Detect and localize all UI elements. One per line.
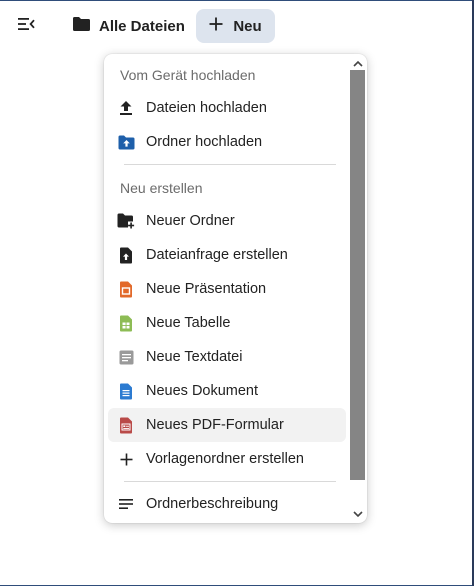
new-button[interactable]: Neu — [196, 9, 275, 43]
chevron-down-icon — [352, 505, 363, 523]
pdf-form-icon — [116, 415, 136, 435]
menu-collapse-icon — [17, 17, 35, 36]
menu-item-new-folder[interactable]: Neuer Ordner — [108, 204, 346, 238]
menu-scrollbar[interactable] — [348, 54, 367, 523]
menu-separator — [124, 164, 336, 165]
folder-icon — [72, 16, 91, 37]
folder-plus-icon — [116, 211, 136, 231]
window-top-border — [0, 0, 474, 1]
menu-item-new-spreadsheet[interactable]: Neue Tabelle — [108, 306, 346, 340]
menu-item-upload-files[interactable]: Dateien hochladen — [108, 91, 346, 125]
scroll-thumb[interactable] — [350, 70, 365, 480]
menu-item-folder-description[interactable]: Ordnerbeschreibung — [108, 487, 346, 521]
section-title-create: Neu erstellen — [120, 180, 203, 196]
upload-icon — [116, 98, 136, 118]
plus-icon — [209, 17, 223, 36]
menu-item-upload-folder[interactable]: Ordner hochladen — [108, 125, 346, 159]
menu-item-new-textfile[interactable]: Neue Textdatei — [108, 340, 346, 374]
document-icon — [116, 381, 136, 401]
description-icon — [116, 494, 136, 514]
menu-item-template-folder[interactable]: Vorlagenordner erstellen — [108, 442, 346, 476]
menu-item-file-request[interactable]: Dateianfrage erstellen — [108, 238, 346, 272]
new-button-label: Neu — [233, 17, 262, 35]
file-upload-icon — [116, 245, 136, 265]
section-title-upload: Vom Gerät hochladen — [120, 67, 256, 83]
menu-item-new-presentation[interactable]: Neue Präsentation — [108, 272, 346, 306]
menu-separator — [124, 481, 336, 482]
text-file-icon — [116, 347, 136, 367]
menu-item-new-document[interactable]: Neues Dokument — [108, 374, 346, 408]
nav-toggle-button[interactable] — [12, 12, 40, 40]
scroll-up-button[interactable] — [350, 56, 365, 70]
menu-item-new-pdf-form[interactable]: Neues PDF-Formular — [108, 408, 346, 442]
presentation-icon — [116, 279, 136, 299]
new-menu-dropdown: Vom Gerät hochladen Dateien hochladen Or… — [104, 54, 367, 523]
folder-upload-icon — [116, 132, 136, 152]
spreadsheet-icon — [116, 313, 136, 333]
breadcrumb-all-files[interactable]: Alle Dateien — [66, 10, 191, 42]
scroll-down-button[interactable] — [350, 507, 365, 521]
breadcrumb-label: Alle Dateien — [99, 17, 185, 35]
plus-icon — [116, 449, 136, 469]
